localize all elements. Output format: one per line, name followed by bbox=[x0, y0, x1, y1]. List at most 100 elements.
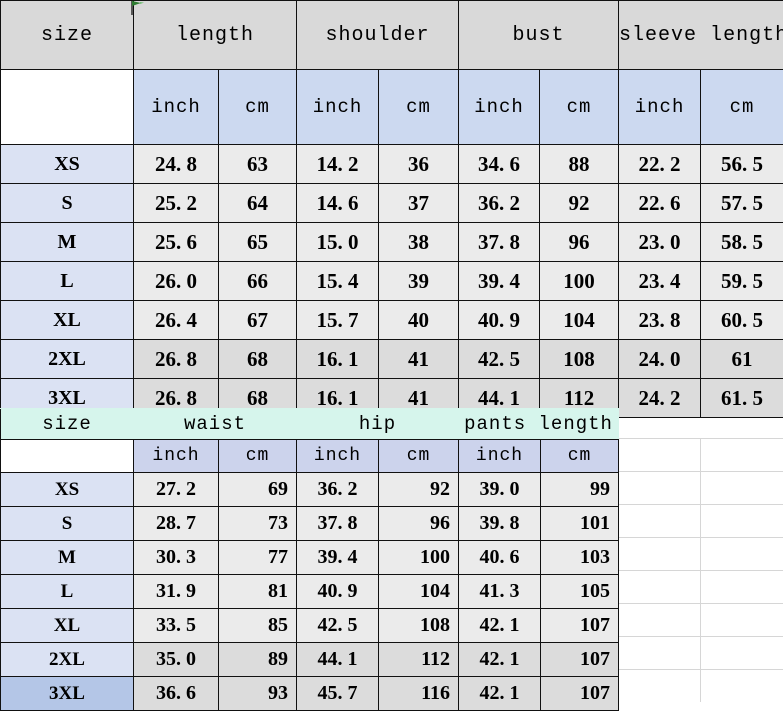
cell-value: 96 bbox=[379, 507, 459, 541]
cell-value: 63 bbox=[219, 145, 297, 184]
cell-value: 31. 9 bbox=[134, 575, 219, 609]
cell-value: 88 bbox=[540, 145, 619, 184]
cell-value: 37. 8 bbox=[297, 507, 379, 541]
cell-value: 108 bbox=[540, 340, 619, 379]
header-length: length bbox=[134, 1, 297, 70]
cell-value: 103 bbox=[541, 541, 619, 575]
green-flag-marker bbox=[129, 0, 145, 16]
cell-value: 81 bbox=[219, 575, 297, 609]
table-row: L 31. 9 81 40. 9 104 41. 3 105 bbox=[1, 575, 619, 609]
unit-length-inch: inch bbox=[134, 70, 219, 145]
table-row: L 26. 0 66 15. 4 39 39. 4 100 23. 4 59. … bbox=[1, 262, 783, 301]
cell-value: 64 bbox=[219, 184, 297, 223]
corner-blank-cell-2 bbox=[1, 440, 134, 473]
unit-hip-cm: cm bbox=[379, 440, 459, 473]
cell-value: 36. 6 bbox=[134, 677, 219, 711]
cell-value: 57. 5 bbox=[701, 184, 783, 223]
cell-value: 60. 5 bbox=[701, 301, 783, 340]
cell-value: 107 bbox=[541, 677, 619, 711]
cell-value: 92 bbox=[379, 473, 459, 507]
cell-value: 100 bbox=[379, 541, 459, 575]
header-size: size bbox=[1, 1, 134, 70]
size-label: 3XL bbox=[1, 677, 134, 711]
corner-blank-cell bbox=[1, 70, 134, 145]
cell-value: 39. 8 bbox=[459, 507, 541, 541]
cell-value: 44. 1 bbox=[297, 643, 379, 677]
cell-value: 42. 1 bbox=[459, 677, 541, 711]
cell-value: 42. 5 bbox=[297, 609, 379, 643]
table-row: XL 33. 5 85 42. 5 108 42. 1 107 bbox=[1, 609, 619, 643]
cell-value: 30. 3 bbox=[134, 541, 219, 575]
cell-value: 56. 5 bbox=[701, 145, 783, 184]
cell-value: 15. 4 bbox=[297, 262, 379, 301]
upper-size-table: size length shoulder bust sleeve length … bbox=[0, 0, 783, 418]
cell-value: 23. 4 bbox=[619, 262, 701, 301]
cell-value: 105 bbox=[541, 575, 619, 609]
size-label: XL bbox=[1, 609, 134, 643]
header-waist: waist bbox=[134, 409, 297, 440]
cell-value: 66 bbox=[219, 262, 297, 301]
cell-value: 116 bbox=[379, 677, 459, 711]
cell-value: 41. 3 bbox=[459, 575, 541, 609]
size-label: XL bbox=[1, 301, 134, 340]
unit-bust-inch: inch bbox=[459, 70, 540, 145]
size-label: S bbox=[1, 507, 134, 541]
header-pants-length: pants length bbox=[459, 409, 619, 440]
table-row: M 30. 3 77 39. 4 100 40. 6 103 bbox=[1, 541, 619, 575]
table-row-unit-header: inch cm inch cm inch cm inch cm bbox=[1, 70, 783, 145]
cell-value: 25. 6 bbox=[134, 223, 219, 262]
cell-value: 16. 1 bbox=[297, 340, 379, 379]
table-row: 2XL 26. 8 68 16. 1 41 42. 5 108 24. 0 61 bbox=[1, 340, 783, 379]
table-row: 3XL 36. 6 93 45. 7 116 42. 1 107 bbox=[1, 677, 619, 711]
cell-value: 26. 0 bbox=[134, 262, 219, 301]
lower-size-table: size waist hip pants length inch cm inch… bbox=[0, 408, 619, 711]
cell-value: 42. 1 bbox=[459, 609, 541, 643]
cell-value: 107 bbox=[541, 643, 619, 677]
size-label: 2XL bbox=[1, 340, 134, 379]
cell-value: 40. 9 bbox=[297, 575, 379, 609]
cell-value: 107 bbox=[541, 609, 619, 643]
cell-value: 22. 2 bbox=[619, 145, 701, 184]
cell-value: 37 bbox=[379, 184, 459, 223]
unit-length-cm: cm bbox=[219, 70, 297, 145]
cell-value: 15. 0 bbox=[297, 223, 379, 262]
cell-value: 25. 2 bbox=[134, 184, 219, 223]
cell-value: 73 bbox=[219, 507, 297, 541]
unit-pants-inch: inch bbox=[459, 440, 541, 473]
unit-pants-cm: cm bbox=[541, 440, 619, 473]
size-label: S bbox=[1, 184, 134, 223]
cell-value: 14. 6 bbox=[297, 184, 379, 223]
size-label: M bbox=[1, 223, 134, 262]
cell-value: 33. 5 bbox=[134, 609, 219, 643]
unit-bust-cm: cm bbox=[540, 70, 619, 145]
table-row: XS 27. 2 69 36. 2 92 39. 0 99 bbox=[1, 473, 619, 507]
cell-value: 38 bbox=[379, 223, 459, 262]
cell-value: 22. 6 bbox=[619, 184, 701, 223]
cell-value: 40. 9 bbox=[459, 301, 540, 340]
cell-value: 39 bbox=[379, 262, 459, 301]
cell-value: 24. 8 bbox=[134, 145, 219, 184]
cell-value: 15. 7 bbox=[297, 301, 379, 340]
cell-value: 69 bbox=[219, 473, 297, 507]
cell-value: 40. 6 bbox=[459, 541, 541, 575]
cell-value: 112 bbox=[379, 643, 459, 677]
cell-value: 68 bbox=[219, 340, 297, 379]
cell-value: 24. 2 bbox=[619, 379, 701, 418]
cell-value: 58. 5 bbox=[701, 223, 783, 262]
cell-value: 36. 2 bbox=[297, 473, 379, 507]
size-label: L bbox=[1, 575, 134, 609]
cell-value: 42. 5 bbox=[459, 340, 540, 379]
table-row: M 25. 6 65 15. 0 38 37. 8 96 23. 0 58. 5 bbox=[1, 223, 783, 262]
table-row-group-header: size waist hip pants length bbox=[1, 409, 619, 440]
size-label: XS bbox=[1, 473, 134, 507]
cell-value: 24. 0 bbox=[619, 340, 701, 379]
cell-value: 93 bbox=[219, 677, 297, 711]
cell-value: 101 bbox=[541, 507, 619, 541]
background-spreadsheet-grid bbox=[617, 438, 783, 702]
cell-value: 104 bbox=[540, 301, 619, 340]
cell-value: 23. 0 bbox=[619, 223, 701, 262]
cell-value: 65 bbox=[219, 223, 297, 262]
table-row: S 25. 2 64 14. 6 37 36. 2 92 22. 6 57. 5 bbox=[1, 184, 783, 223]
cell-value: 39. 4 bbox=[459, 262, 540, 301]
header-shoulder: shoulder bbox=[297, 1, 459, 70]
